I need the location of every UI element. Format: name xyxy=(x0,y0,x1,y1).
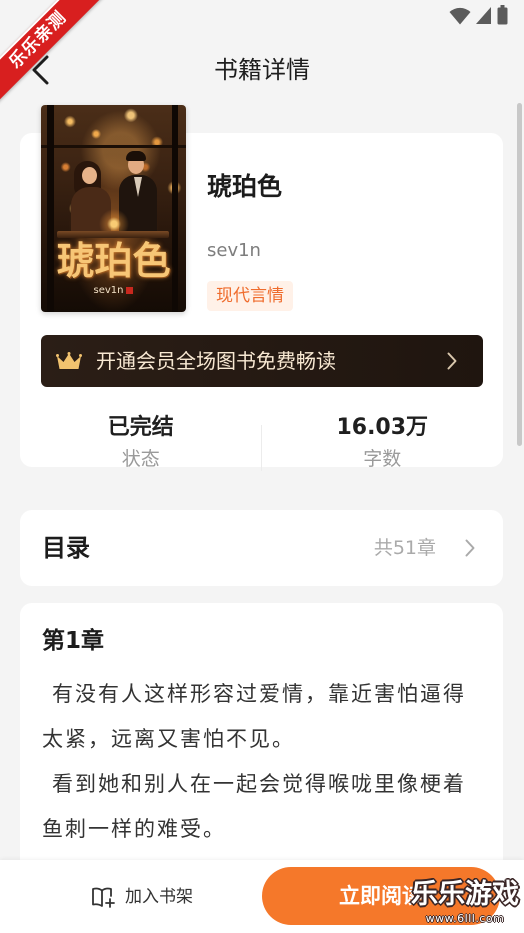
cover-author: sev1n xyxy=(93,285,124,296)
stat-word-count: 16.03万 字数 xyxy=(262,413,504,473)
cover-figure-man-hair xyxy=(126,151,146,161)
cover-author-row: sev1n xyxy=(41,285,186,297)
add-to-shelf-button[interactable]: 加入书架 xyxy=(86,874,206,920)
signal-icon xyxy=(476,7,491,24)
stats-divider xyxy=(261,425,262,471)
book-title: 琥珀色 xyxy=(207,172,283,201)
stat-status-value: 已完结 xyxy=(107,415,174,440)
watermark-logo-text: 乐乐游戏 xyxy=(411,879,519,910)
vip-banner[interactable]: 开通会员全场图书免费畅读 xyxy=(41,335,483,387)
corner-watermark: 乐乐亲测 xyxy=(0,0,110,110)
stat-status-label: 状态 xyxy=(121,448,160,470)
cover-figure-woman-face xyxy=(82,167,97,184)
cover-title: 琥珀色 xyxy=(56,238,171,283)
wifi-icon xyxy=(449,7,471,25)
chapter-body: 有没有人这样形容过爱情，靠近害怕逼得太紧，远离又害怕不见。 看到她和别人在一起会… xyxy=(42,672,482,852)
add-to-shelf-label: 加入书架 xyxy=(125,887,193,907)
catalog-row[interactable]: 目录 共51章 xyxy=(20,510,503,586)
chapter-count: 共51章 xyxy=(373,537,436,559)
corner-watermark-ribbon: 乐乐亲测 xyxy=(0,0,106,108)
watermark-url: www.6lll.com xyxy=(425,912,505,925)
cover-seal xyxy=(126,286,134,294)
battery-icon xyxy=(497,5,508,25)
chapter-title: 第1章 xyxy=(42,628,105,654)
chapter-paragraph: 有没有人这样形容过爱情，靠近害怕逼得太紧，远离又害怕不见。 xyxy=(42,682,466,751)
chevron-right-icon xyxy=(465,539,475,557)
site-watermark-logo: 乐乐游戏 www.6lll.com xyxy=(408,878,522,930)
book-author: sev1n xyxy=(207,240,261,261)
stat-status: 已完结 状态 xyxy=(20,413,262,473)
cover-window-beam xyxy=(41,145,186,148)
chapter-paragraph: 看到她和别人在一起会觉得喉咙里像梗着鱼刺一样的难受。 xyxy=(42,772,466,841)
genre-tag[interactable]: 现代言情 xyxy=(207,281,293,311)
stat-word-count-value: 16.03万 xyxy=(336,415,429,440)
book-cover: 琥珀色 sev1n xyxy=(41,105,186,312)
stat-word-count-label: 字数 xyxy=(363,448,402,470)
scrollbar-thumb[interactable] xyxy=(517,103,522,446)
vip-banner-text: 开通会员全场图书免费畅读 xyxy=(96,349,336,373)
add-to-shelf-icon xyxy=(92,887,115,908)
cover-table xyxy=(57,231,169,238)
catalog-label: 目录 xyxy=(42,534,90,562)
chevron-right-icon xyxy=(447,352,457,370)
crown-icon xyxy=(56,352,82,369)
